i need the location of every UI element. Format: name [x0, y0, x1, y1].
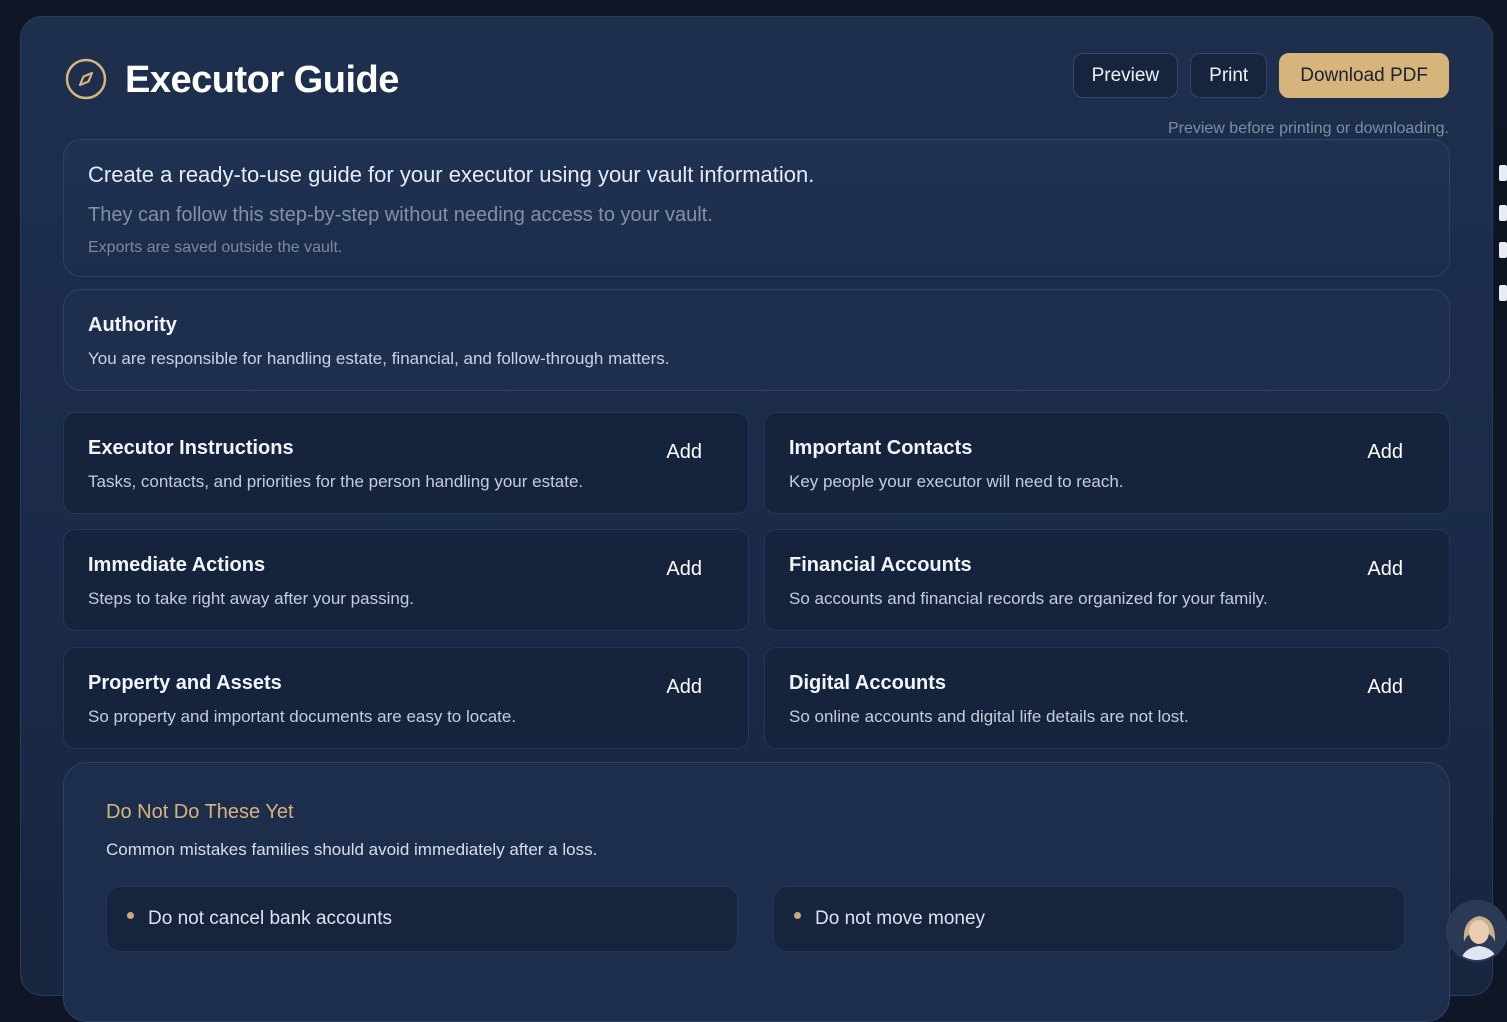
tool-icon[interactable]	[1499, 165, 1507, 181]
assistant-avatar[interactable]	[1446, 900, 1507, 962]
add-digital-accounts-button[interactable]: Add	[1367, 676, 1403, 699]
preview-button[interactable]: Preview	[1072, 53, 1179, 98]
download-pdf-button[interactable]: Download PDF	[1279, 53, 1449, 98]
bullet-icon	[127, 911, 134, 919]
actions-hint: Preview before printing or downloading.	[1167, 120, 1449, 137]
compass-icon	[65, 58, 107, 100]
list-item-text: Do not move money	[815, 908, 986, 929]
add-immediate-actions-button[interactable]: Add	[666, 558, 702, 581]
section-title: Property and Assets	[88, 672, 282, 694]
intro-line-3: Exports are saved outside the vault.	[88, 239, 343, 256]
add-important-contacts-button[interactable]: Add	[1367, 441, 1403, 464]
do-not-do-card: Do Not Do These Yet Common mistakes fami…	[63, 762, 1450, 1022]
section-title: Digital Accounts	[789, 672, 947, 694]
section-card-digital-accounts: Digital Accounts So online accounts and …	[764, 647, 1450, 749]
intro-line-1: Create a ready-to-use guide for your exe…	[88, 162, 815, 187]
section-title: Immediate Actions	[88, 554, 266, 576]
authority-description: You are responsible for handling estate,…	[88, 349, 670, 368]
section-description: So online accounts and digital life deta…	[789, 707, 1189, 726]
page-title: Executor Guide	[125, 59, 399, 101]
list-item: Do not cancel bank accounts	[106, 886, 738, 952]
header-actions: Preview Print Download PDF	[1072, 53, 1449, 98]
section-title: Executor Instructions	[88, 437, 294, 459]
tool-icon[interactable]	[1499, 205, 1507, 221]
settings-icon[interactable]	[1499, 285, 1507, 301]
section-title: Financial Accounts	[789, 554, 972, 576]
executor-guide-panel: Executor Guide Preview Print Download PD…	[20, 16, 1493, 1022]
authority-card: Authority You are responsible for handli…	[63, 289, 1450, 391]
section-card-financial-accounts: Financial Accounts So accounts and finan…	[764, 529, 1450, 631]
do-not-description: Common mistakes families should avoid im…	[106, 840, 598, 859]
section-card-property-and-assets: Property and Assets So property and impo…	[63, 647, 749, 749]
section-card-executor-instructions: Executor Instructions Tasks, contacts, a…	[63, 412, 749, 514]
list-item-text: Do not cancel bank accounts	[148, 908, 392, 929]
intro-line-2: They can follow this step-by-step withou…	[88, 204, 713, 226]
do-not-title: Do Not Do These Yet	[106, 801, 294, 823]
authority-title: Authority	[88, 314, 177, 336]
section-card-important-contacts: Important Contacts Key people your execu…	[764, 412, 1450, 514]
section-description: Tasks, contacts, and priorities for the …	[88, 472, 584, 491]
print-button[interactable]: Print	[1190, 53, 1268, 98]
copy-icon[interactable]	[1499, 242, 1507, 258]
section-description: Steps to take right away after your pass…	[88, 589, 415, 608]
add-executor-instructions-button[interactable]: Add	[666, 441, 702, 464]
avatar-icon	[1448, 902, 1506, 960]
section-title: Important Contacts	[789, 437, 973, 459]
bullet-icon	[794, 911, 801, 919]
section-description: Key people your executor will need to re…	[789, 472, 1124, 491]
list-item: Do not move money	[773, 886, 1405, 952]
add-financial-accounts-button[interactable]: Add	[1367, 558, 1403, 581]
section-description: So property and important documents are …	[88, 707, 517, 726]
intro-card: Create a ready-to-use guide for your exe…	[63, 139, 1450, 277]
add-property-and-assets-button[interactable]: Add	[666, 676, 702, 699]
side-toolbar	[1496, 130, 1507, 320]
section-card-immediate-actions: Immediate Actions Steps to take right aw…	[63, 529, 749, 631]
section-description: So accounts and financial records are or…	[789, 589, 1268, 608]
